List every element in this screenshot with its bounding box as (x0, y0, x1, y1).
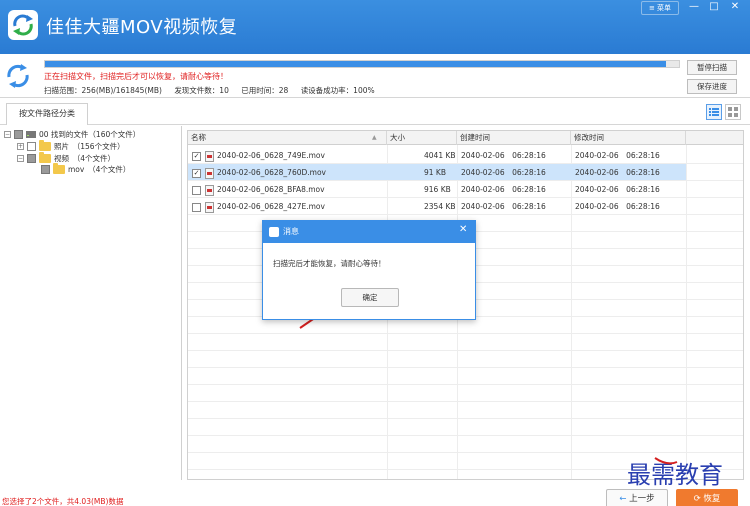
video-file-icon (205, 201, 214, 213)
scan-range: 扫描范围：256(MB)/161845(MB) (44, 86, 162, 95)
file-name-cell: ✓ 2040-02-06_0628_760D.mov (192, 164, 326, 181)
tree-checkbox-mov[interactable] (41, 165, 50, 174)
save-progress-button[interactable]: 保存进度 (687, 79, 737, 94)
tab-by-path[interactable]: 按文件路径分类 (6, 103, 88, 125)
app-logo-icon (8, 10, 38, 40)
tree-root-label: 00 找到的文件（160个文件） (39, 130, 141, 139)
menu-label: 菜单 (657, 4, 672, 12)
menu-icon: ≡ (648, 4, 655, 12)
file-size: 2354 KB (424, 202, 456, 211)
modified-time: 2040-02-06 06:28:16 (575, 202, 660, 211)
tree-checkbox-root[interactable] (14, 130, 23, 139)
title-bar: 佳佳大疆MOV视频恢复 ≡ 菜单 — □ ✕ (0, 0, 750, 54)
sort-arrow-icon: ▲ (372, 134, 377, 141)
grid-view-button[interactable] (725, 104, 741, 120)
found-count: 发现文件数：10 (174, 86, 229, 95)
table-header: 名称 ▲ 大小 创建时间 修改时间 (188, 131, 743, 145)
created-time: 2040-02-06 06:28:16 (461, 185, 546, 194)
table-row[interactable]: 2040-02-06_0628_BFA8.mov 916 KB 2040-02-06… (188, 181, 686, 198)
tab-bar: 按文件路径分类 (0, 99, 750, 125)
minimize-button[interactable]: — (683, 0, 705, 16)
created-time: 2040-02-06 06:28:16 (461, 202, 546, 211)
expand-icon[interactable]: + (17, 143, 24, 150)
row-checkbox[interactable] (192, 185, 201, 195)
dialog-logo-icon (269, 227, 279, 237)
tree-checkbox-photos[interactable] (27, 142, 36, 151)
drive-icon (26, 131, 36, 138)
tree-node-mov[interactable]: mov （4个文件） (41, 163, 131, 175)
recover-button[interactable]: ⟳ 恢复 (676, 489, 738, 506)
column-header-size[interactable]: 大小 (387, 131, 457, 145)
file-name-cell: 2040-02-06_0628_BFA8.mov (192, 181, 325, 198)
collapse-icon[interactable]: − (17, 155, 24, 162)
watermark-logo: 最需教育 (627, 457, 723, 489)
file-name-cell: ✓ 2040-02-06_0628_749E.mov (192, 147, 325, 164)
folder-tree: − 00 找到的文件（160个文件） + 照片 （156个文件） − 视频 （4… (0, 126, 182, 480)
list-view-icon (709, 108, 719, 116)
list-view-button[interactable] (706, 104, 722, 120)
table-row[interactable]: ✓ 2040-02-06_0628_749E.mov 4041 KB 2040-02-… (188, 147, 686, 164)
modified-time: 2040-02-06 06:28:16 (575, 151, 660, 160)
column-header-name[interactable]: 名称 ▲ (188, 131, 387, 145)
menu-button[interactable]: ≡ 菜单 (641, 1, 679, 15)
dialog-close-button[interactable]: ✕ (459, 224, 467, 235)
folder-icon (39, 140, 51, 151)
collapse-icon[interactable]: − (4, 131, 11, 138)
modified-time: 2040-02-06 06:28:16 (575, 168, 660, 177)
grid-view-icon (728, 107, 738, 117)
maximize-button[interactable]: □ (703, 0, 725, 16)
scan-status-panel: 正在扫描文件，扫描完后才可以恢复，请耐心等待！ 扫描范围：256(MB)/161… (0, 54, 750, 98)
previous-step-button[interactable]: ← 上一步 (606, 489, 668, 506)
close-button[interactable]: ✕ (724, 0, 746, 16)
folder-icon (39, 152, 51, 163)
dialog-message: 扫描完后才能恢复，请耐心等待！ (273, 259, 386, 268)
tree-node-videos[interactable]: − 视频 （4个文件） (17, 152, 116, 164)
scan-stats: 扫描范围：256(MB)/161845(MB) 发现文件数：10 已用时间：28… (44, 85, 385, 96)
svg-text:最需教育: 最需教育 (627, 461, 723, 489)
file-name: 2040-02-06_0628_BFA8.mov (217, 185, 325, 194)
file-name: 2040-02-06_0628_760D.mov (217, 168, 326, 177)
created-time: 2040-02-06 06:28:16 (461, 168, 546, 177)
column-header-modified[interactable]: 修改时间 (571, 131, 686, 145)
tree-checkbox-videos[interactable] (27, 154, 36, 163)
column-header-created[interactable]: 创建时间 (457, 131, 571, 145)
file-name: 2040-02-06_0628_427E.mov (217, 202, 325, 211)
app-title: 佳佳大疆MOV视频恢复 (46, 17, 238, 38)
row-checkbox[interactable] (192, 202, 201, 212)
selection-message: 您选择了2个文件，共4.03(MB)数据 (2, 497, 124, 506)
table-row[interactable]: 2040-02-06_0628_427E.mov 2354 KB 2040-02-0… (188, 198, 686, 215)
file-size: 916 KB (424, 185, 451, 194)
file-size: 91 KB (424, 168, 446, 177)
scan-progress-bar (44, 60, 680, 68)
modified-time: 2040-02-06 06:28:16 (575, 185, 660, 194)
recycle-icon (7, 64, 29, 88)
tree-videos-label: 视频 （4个文件） (54, 154, 116, 163)
file-name: 2040-02-06_0628_749E.mov (217, 151, 325, 160)
dialog-header: 消息 ✕ (263, 221, 475, 243)
dialog-ok-button[interactable]: 确定 (341, 288, 399, 307)
message-dialog: 消息 ✕ 扫描完后才能恢复，请耐心等待！ 确定 (262, 220, 476, 320)
arrow-left-icon: ← (619, 494, 627, 504)
video-file-icon (205, 150, 214, 162)
scan-progress-fill (45, 61, 667, 67)
file-name-cell: 2040-02-06_0628_427E.mov (192, 198, 325, 215)
recover-icon: ⟳ (693, 494, 701, 504)
elapsed-time: 已用时间：28 (241, 86, 289, 95)
video-file-icon (205, 184, 214, 196)
read-rate: 读设备成功率：100% (300, 86, 375, 95)
dialog-title: 消息 (283, 227, 299, 236)
scan-message: 正在扫描文件，扫描完后才可以恢复，请耐心等待！ (44, 72, 228, 81)
created-time: 2040-02-06 06:28:16 (461, 151, 546, 160)
file-size: 4041 KB (424, 151, 456, 160)
table-row[interactable]: ✓ 2040-02-06_0628_760D.mov 91 KB 2040-02-06… (188, 164, 686, 181)
tree-mov-label: mov （4个文件） (68, 165, 131, 174)
folder-icon (53, 163, 65, 174)
tree-node-photos[interactable]: + 照片 （156个文件） (17, 140, 125, 152)
tree-node-root[interactable]: − 00 找到的文件（160个文件） (4, 129, 140, 140)
pause-scan-button[interactable]: 暂停扫描 (687, 60, 737, 75)
tree-photos-label: 照片 （156个文件） (54, 142, 125, 151)
video-file-icon (205, 167, 214, 179)
row-checkbox[interactable]: ✓ (192, 168, 201, 178)
row-checkbox[interactable]: ✓ (192, 151, 201, 161)
